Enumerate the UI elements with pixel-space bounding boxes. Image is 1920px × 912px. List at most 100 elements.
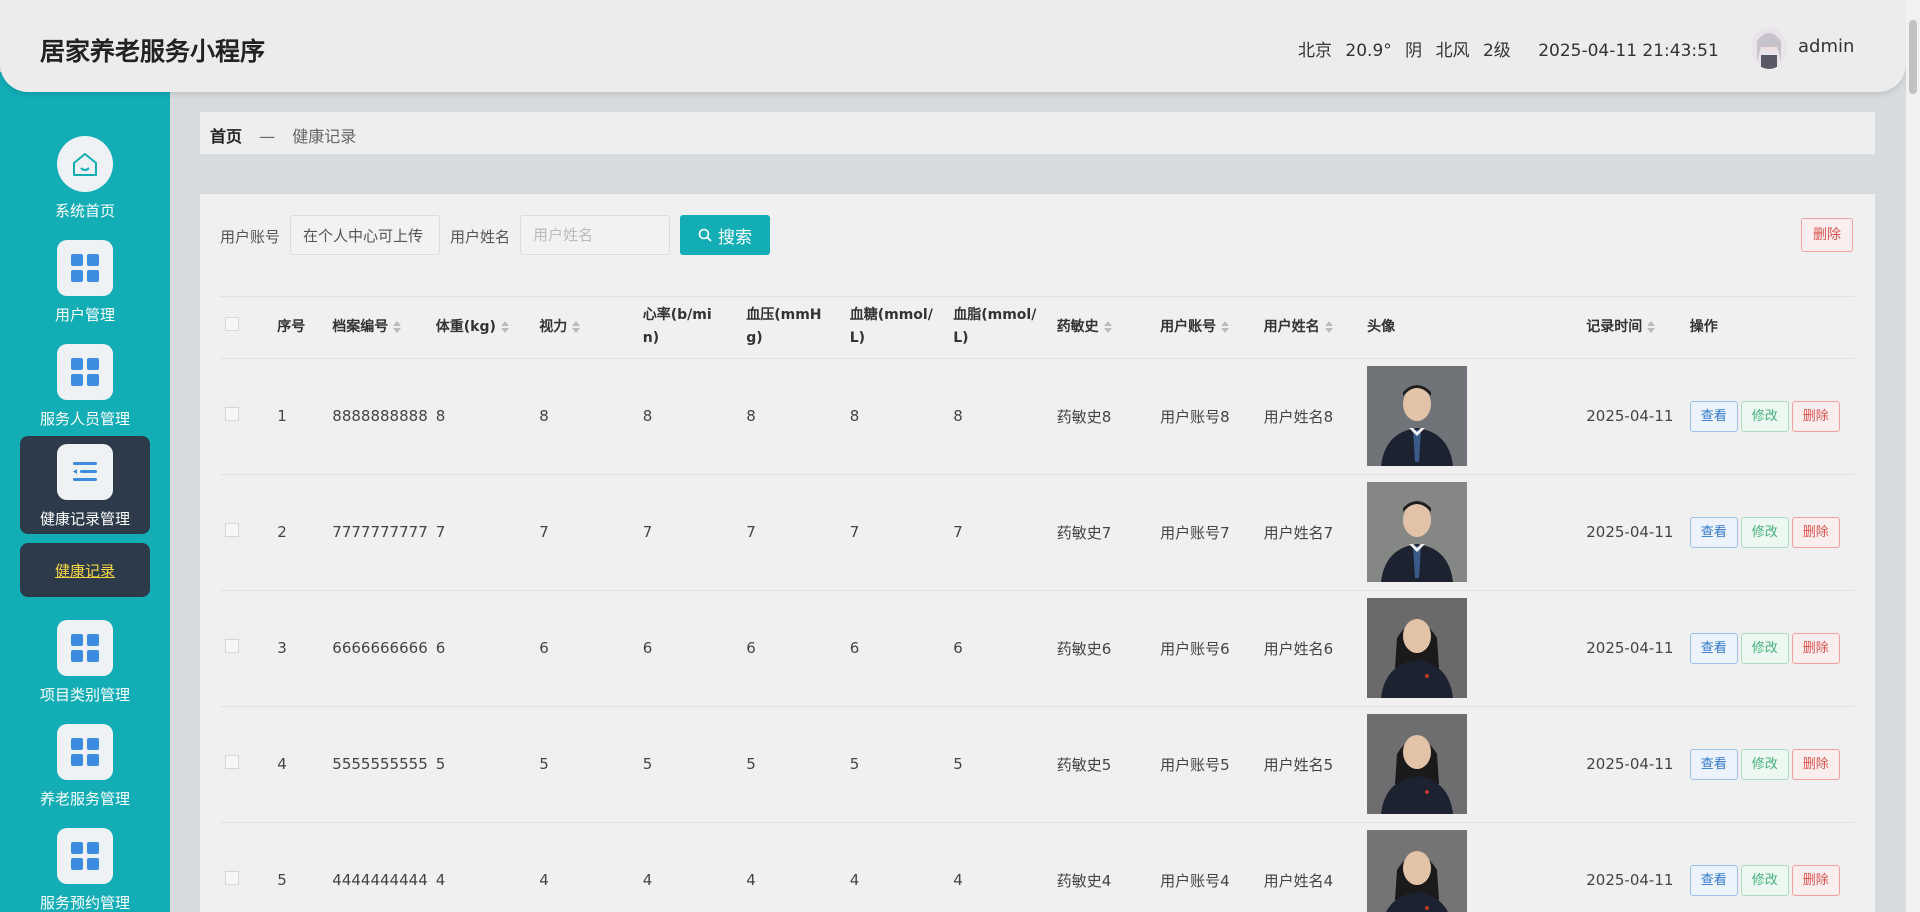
batch-delete-button[interactable]: 删除 bbox=[1801, 218, 1853, 252]
view-button[interactable]: 查看 bbox=[1689, 632, 1738, 664]
edit-button[interactable]: 修改 bbox=[1740, 400, 1789, 432]
col-blood-pressure: 血压(mmHg) bbox=[746, 307, 822, 347]
avatar-photo[interactable] bbox=[1367, 830, 1468, 912]
col-name[interactable]: 用户姓名 bbox=[1264, 297, 1367, 358]
view-button[interactable]: 查看 bbox=[1689, 516, 1738, 548]
account-input[interactable] bbox=[290, 215, 440, 255]
cell-file-no: 8888888888 bbox=[332, 357, 436, 474]
sidebar-item-service-booking[interactable]: 服务预约管理 bbox=[20, 820, 150, 912]
row-checkbox[interactable] bbox=[225, 639, 239, 653]
cell-file-no: 4444444444 bbox=[332, 821, 436, 912]
delete-button[interactable]: 删除 bbox=[1791, 400, 1840, 432]
cell-blood-lipid: 4 bbox=[953, 821, 1057, 912]
search-button-label: 搜索 bbox=[718, 227, 752, 247]
cell-time: 2025-04-11 bbox=[1586, 473, 1690, 590]
edit-button[interactable]: 修改 bbox=[1740, 748, 1789, 780]
sidebar-subitem-health-record[interactable]: 健康记录 bbox=[20, 543, 150, 597]
cell-name: 用户姓名7 bbox=[1263, 473, 1368, 590]
table-row: 2 7777777777 7 7 7 7 7 7 药敏史7 用户账号7 用户姓名7 2025-04-1… bbox=[220, 473, 1855, 590]
delete-button[interactable]: 删除 bbox=[1791, 748, 1840, 780]
breadcrumb-separator: — bbox=[259, 127, 276, 146]
avatar-photo[interactable] bbox=[1367, 366, 1468, 466]
sidebar-item-staff[interactable]: 服务人员管理 bbox=[20, 336, 150, 434]
view-button[interactable]: 查看 bbox=[1689, 864, 1738, 896]
sidebar-item-label: 服务人员管理 bbox=[39, 410, 130, 428]
delete-button[interactable]: 删除 bbox=[1791, 516, 1840, 548]
weather-wind-level: 2级 bbox=[1482, 41, 1511, 61]
col-file-no[interactable]: 档案编号 bbox=[332, 297, 435, 358]
cell-avatar bbox=[1367, 357, 1587, 474]
delete-button[interactable]: 删除 bbox=[1791, 632, 1840, 664]
cell-heart-rate: 4 bbox=[642, 821, 747, 912]
cell-heart-rate: 7 bbox=[642, 473, 747, 590]
select-all-checkbox[interactable] bbox=[225, 316, 239, 331]
cell-vision: 4 bbox=[539, 821, 643, 912]
edit-button[interactable]: 修改 bbox=[1740, 632, 1789, 664]
account-label: 用户账号 bbox=[220, 228, 281, 246]
cell-avatar bbox=[1367, 705, 1587, 822]
avatar-photo[interactable] bbox=[1367, 482, 1468, 582]
avatar-photo[interactable] bbox=[1367, 714, 1468, 814]
search-button[interactable]: 搜索 bbox=[680, 215, 770, 255]
cell-index: 2 bbox=[277, 473, 333, 590]
sidebar-item-health-records[interactable]: 健康记录管理 bbox=[20, 436, 150, 534]
sidebar: 系统首页 用户管理 服务人员管理 健康记录管理 健康记录 项目类别管理 养老服务… bbox=[0, 72, 170, 912]
cell-blood-pressure: 4 bbox=[746, 821, 850, 912]
avatar-photo[interactable] bbox=[1367, 598, 1468, 698]
col-time[interactable]: 记录时间 bbox=[1586, 297, 1689, 358]
col-account[interactable]: 用户账号 bbox=[1160, 297, 1263, 358]
sidebar-item-project-category[interactable]: 项目类别管理 bbox=[20, 612, 150, 710]
table-row: 5 4444444444 4 4 4 4 4 4 药敏史4 用户账号4 用户姓名4 2025-04-1… bbox=[220, 821, 1855, 912]
row-checkbox[interactable] bbox=[225, 407, 239, 421]
delete-button[interactable]: 删除 bbox=[1791, 864, 1840, 896]
cell-allergy: 药敏史7 bbox=[1056, 473, 1161, 590]
sort-icon bbox=[1647, 320, 1656, 333]
sidebar-item-home[interactable]: 系统首页 bbox=[20, 128, 150, 226]
current-datetime: 2025-04-11 21:43:51 bbox=[1538, 41, 1719, 61]
view-button[interactable]: 查看 bbox=[1689, 400, 1738, 432]
table-row: 3 6666666666 6 6 6 6 6 6 药敏史6 用户账号6 用户姓名6 2025-04-1… bbox=[220, 589, 1855, 706]
cell-avatar bbox=[1367, 589, 1587, 706]
list-icon bbox=[57, 444, 113, 500]
cell-avatar bbox=[1367, 473, 1587, 590]
scrollbar-thumb[interactable] bbox=[1909, 20, 1917, 94]
sort-icon bbox=[572, 320, 581, 333]
row-checkbox[interactable] bbox=[225, 523, 239, 537]
breadcrumb-home[interactable]: 首页 bbox=[210, 127, 242, 146]
col-vision[interactable]: 视力 bbox=[539, 297, 642, 358]
row-checkbox[interactable] bbox=[225, 871, 239, 886]
sidebar-item-label: 养老服务管理 bbox=[39, 790, 130, 808]
name-input[interactable] bbox=[520, 215, 670, 255]
cell-name: 用户姓名5 bbox=[1263, 705, 1368, 822]
cell-index: 5 bbox=[277, 821, 333, 912]
cell-name: 用户姓名6 bbox=[1263, 589, 1368, 706]
sidebar-item-label: 健康记录管理 bbox=[39, 510, 130, 528]
col-weight[interactable]: 体重(kg) bbox=[436, 297, 539, 358]
sort-icon bbox=[1324, 320, 1333, 333]
cell-ops: 查看 修改 删除 bbox=[1689, 473, 1855, 590]
edit-button[interactable]: 修改 bbox=[1740, 516, 1789, 548]
cell-ops: 查看 修改 删除 bbox=[1689, 705, 1855, 822]
edit-button[interactable]: 修改 bbox=[1740, 864, 1789, 896]
user-avatar[interactable] bbox=[1751, 27, 1787, 69]
cell-weight: 4 bbox=[435, 821, 540, 912]
sort-icon bbox=[393, 320, 402, 333]
cell-allergy: 药敏史5 bbox=[1056, 705, 1161, 822]
grid-icon bbox=[57, 620, 113, 676]
sort-icon bbox=[500, 320, 509, 333]
sidebar-subitem-label: 健康记录 bbox=[54, 562, 115, 580]
page-scrollbar[interactable] bbox=[1906, 0, 1920, 912]
cell-weight: 5 bbox=[435, 705, 540, 822]
row-checkbox[interactable] bbox=[225, 755, 239, 769]
table-row: 4 5555555555 5 5 5 5 5 5 药敏史5 用户账号5 用户姓名5 2025-04-1… bbox=[220, 705, 1855, 822]
cell-name: 用户姓名4 bbox=[1263, 821, 1368, 912]
cell-allergy: 药敏史6 bbox=[1056, 589, 1161, 706]
cell-weight: 8 bbox=[435, 357, 540, 474]
sidebar-item-elder-service[interactable]: 养老服务管理 bbox=[20, 716, 150, 814]
col-allergy[interactable]: 药敏史 bbox=[1057, 297, 1160, 358]
sidebar-item-users[interactable]: 用户管理 bbox=[20, 232, 150, 330]
admin-username[interactable]: admin bbox=[1798, 36, 1854, 57]
cell-ops: 查看 修改 删除 bbox=[1689, 589, 1855, 706]
cell-vision: 8 bbox=[539, 357, 643, 474]
view-button[interactable]: 查看 bbox=[1689, 748, 1738, 780]
